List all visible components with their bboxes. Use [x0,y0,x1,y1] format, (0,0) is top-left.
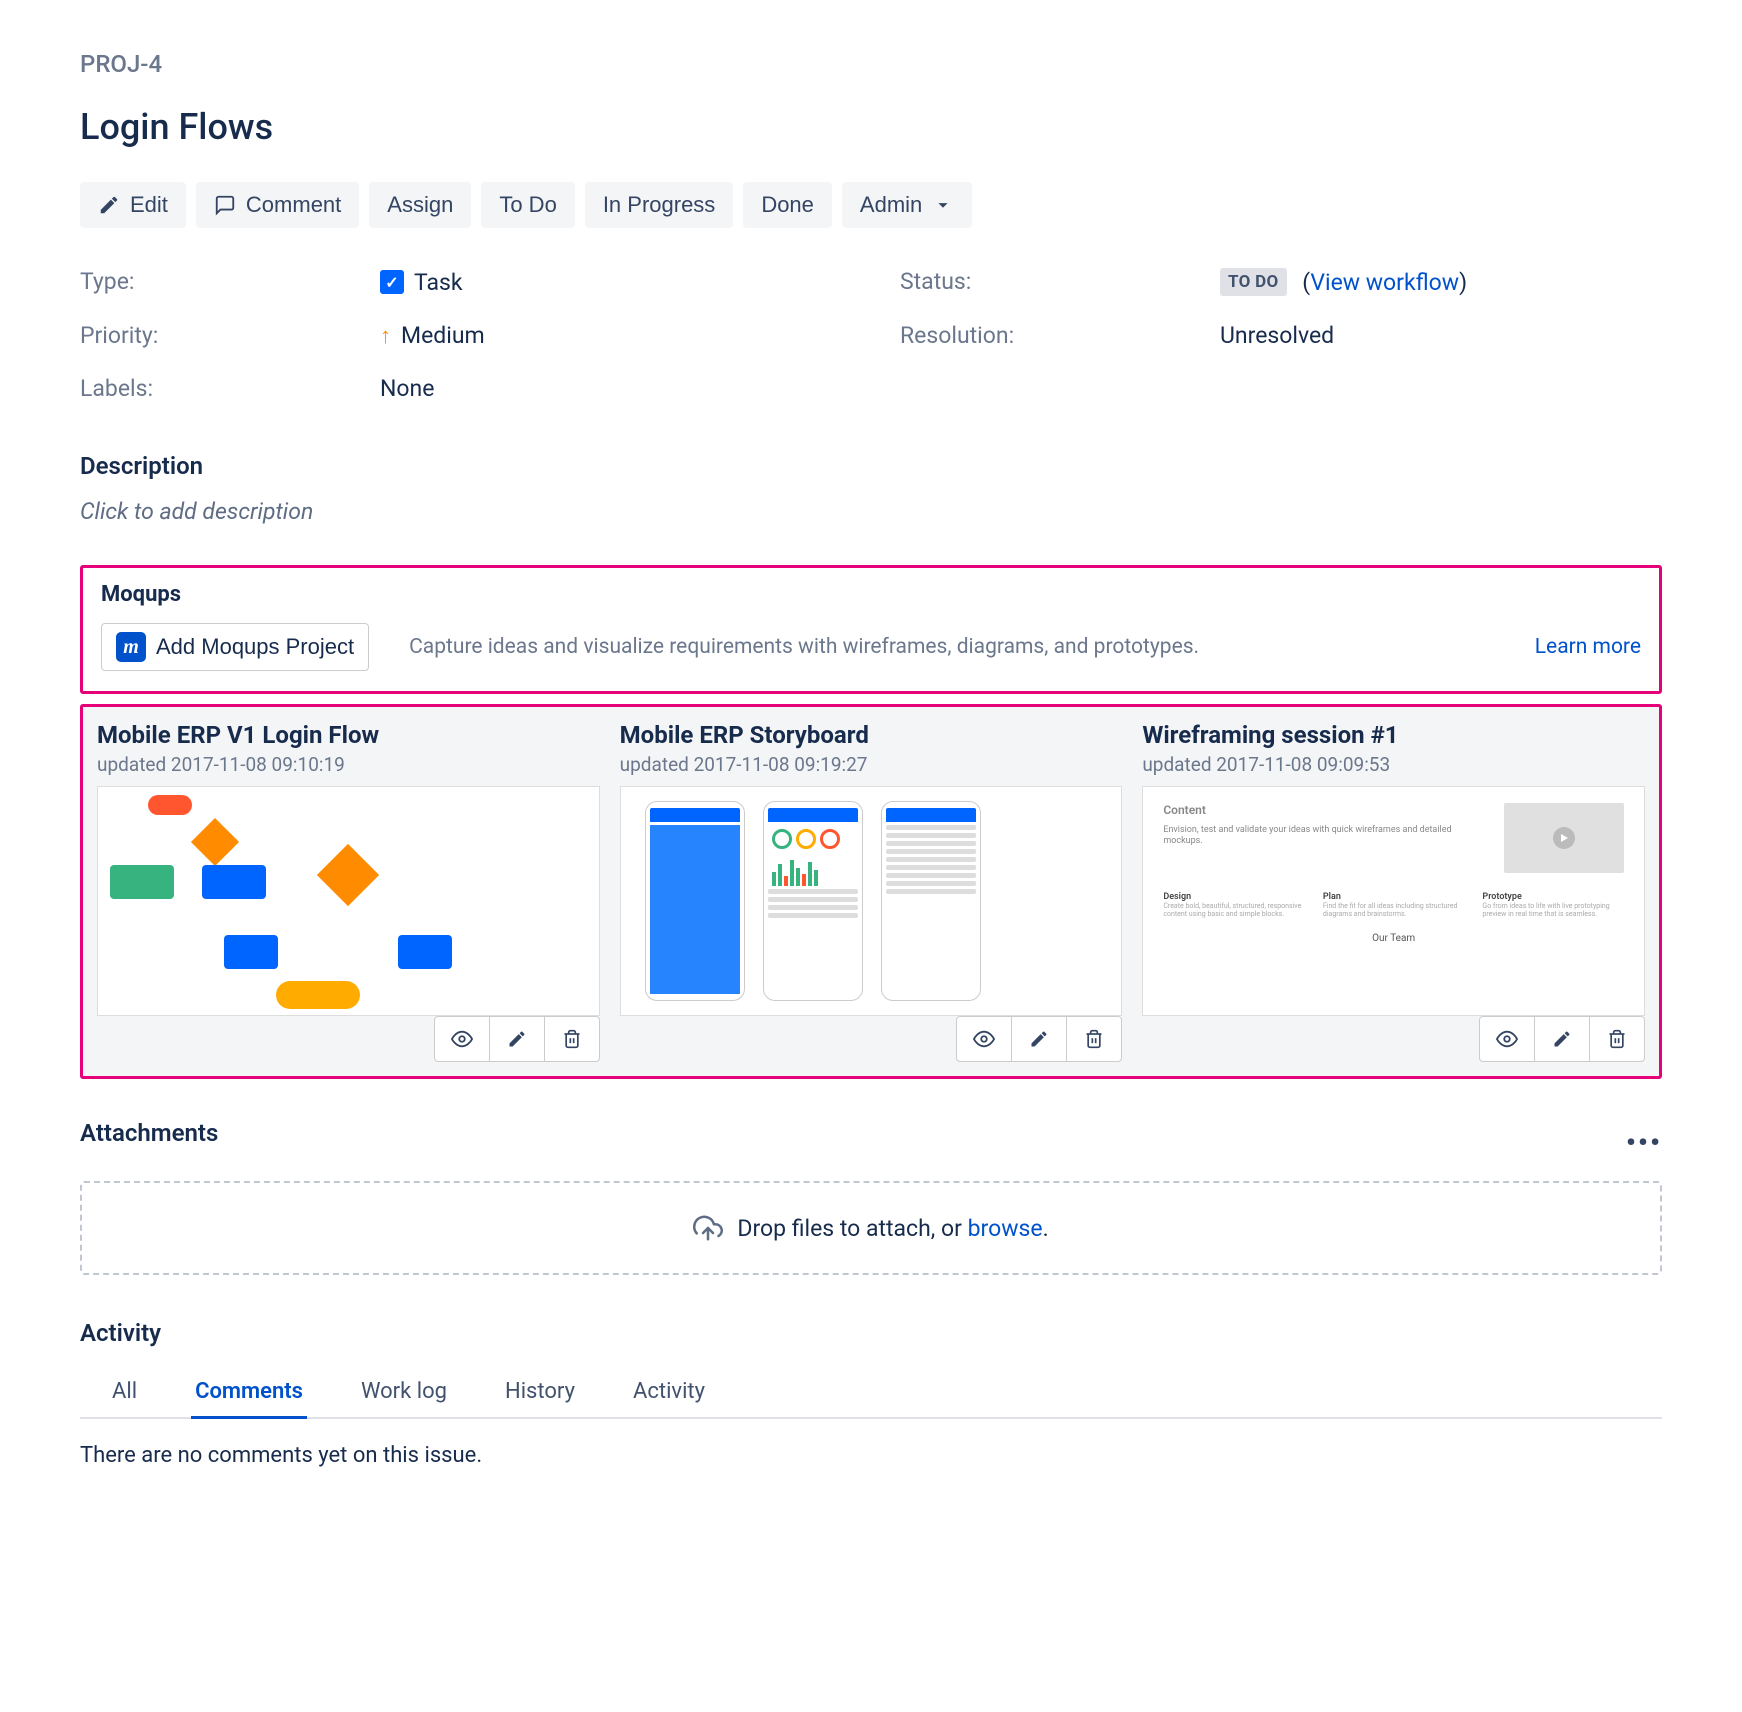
resolution-label: Resolution: [900,322,1220,349]
done-button[interactable]: Done [743,182,832,228]
tab-history[interactable]: History [501,1367,579,1419]
project-card: Mobile ERP V1 Login Flow updated 2017-11… [97,721,600,1062]
toolbar: Edit Comment Assign To Do In Progress Do… [80,182,1662,228]
card-actions [1142,1016,1645,1062]
assign-button[interactable]: Assign [369,182,471,228]
upload-cloud-icon [693,1213,723,1243]
tab-work-log[interactable]: Work log [357,1367,451,1419]
attachments-section: Attachments ••• Drop files to attach, or… [80,1119,1662,1275]
priority-arrow-icon: ↑ [380,323,391,349]
view-button[interactable] [1479,1016,1535,1062]
more-actions-button[interactable]: ••• [1626,1126,1662,1159]
description-heading: Description [80,452,1662,480]
edit-project-button[interactable] [1534,1016,1590,1062]
browse-link[interactable]: browse [968,1215,1043,1242]
activity-section: Activity All Comments Work log History A… [80,1319,1662,1468]
project-card: Wireframing session #1 updated 2017-11-0… [1142,721,1645,1062]
card-actions [97,1016,600,1062]
delete-project-button[interactable] [544,1016,600,1062]
project-card: Mobile ERP Storyboard updated 2017-11-08… [620,721,1123,1062]
description-placeholder[interactable]: Click to add description [80,498,1662,525]
edit-project-button[interactable] [1011,1016,1067,1062]
project-title: Wireframing session #1 [1142,721,1645,749]
resolution-value: Unresolved [1220,322,1662,349]
labels-value: None [380,375,900,402]
priority-value: ↑ Medium [380,322,900,349]
project-title: Mobile ERP V1 Login Flow [97,721,600,749]
priority-label: Priority: [80,322,380,349]
view-button[interactable] [434,1016,490,1062]
in-progress-button[interactable]: In Progress [585,182,734,228]
pencil-icon [98,194,120,216]
type-value: Task [380,268,900,296]
details-grid: Type: Task Status: TO DO (View workflow)… [80,268,1662,402]
trash-icon [1084,1029,1104,1049]
eye-icon [973,1028,995,1050]
project-updated: updated 2017-11-08 09:09:53 [1142,753,1645,776]
trash-icon [1607,1029,1627,1049]
moqups-logo-icon: m [116,632,146,662]
project-updated: updated 2017-11-08 09:10:19 [97,753,600,776]
no-comments-text: There are no comments yet on this issue. [80,1443,1662,1468]
moqups-heading: Moqups [101,582,1641,607]
moqups-hint: Capture ideas and visualize requirements… [409,635,1495,659]
learn-more-link[interactable]: Learn more [1535,635,1641,659]
edit-label: Edit [130,192,168,218]
activity-tabs: All Comments Work log History Activity [80,1367,1662,1419]
play-icon [1553,827,1575,849]
trash-icon [562,1029,582,1049]
pencil-icon [507,1029,527,1049]
issue-title: Login Flows [80,106,1662,148]
eye-icon [451,1028,473,1050]
project-thumbnail[interactable] [620,786,1123,1016]
todo-button[interactable]: To Do [481,182,574,228]
issue-key[interactable]: PROJ-4 [80,50,1662,78]
view-workflow-link[interactable]: View workflow [1310,269,1459,296]
eye-icon [1496,1028,1518,1050]
comment-label: Comment [246,192,341,218]
pencil-icon [1552,1029,1572,1049]
project-thumbnail[interactable] [97,786,600,1016]
comment-icon [214,194,236,216]
tab-all[interactable]: All [108,1367,141,1419]
tab-activity[interactable]: Activity [629,1367,709,1419]
add-moqups-button[interactable]: m Add Moqups Project [101,623,369,671]
edit-button[interactable]: Edit [80,182,186,228]
project-title: Mobile ERP Storyboard [620,721,1123,749]
pencil-icon [1029,1029,1049,1049]
chevron-down-icon [932,194,954,216]
card-actions [620,1016,1123,1062]
status-label: Status: [900,268,1220,296]
delete-project-button[interactable] [1589,1016,1645,1062]
view-button[interactable] [956,1016,1012,1062]
status-lozenge: TO DO [1220,268,1287,296]
project-thumbnail[interactable]: Content Envision, test and validate your… [1142,786,1645,1016]
attachments-dropzone[interactable]: Drop files to attach, or browse. [80,1181,1662,1275]
comment-button[interactable]: Comment [196,182,359,228]
status-value: TO DO (View workflow) [1220,268,1662,296]
tab-comments[interactable]: Comments [191,1367,307,1419]
project-updated: updated 2017-11-08 09:19:27 [620,753,1123,776]
activity-heading: Activity [80,1319,1662,1347]
task-icon [380,270,404,294]
projects-panel: Mobile ERP V1 Login Flow updated 2017-11… [80,704,1662,1079]
delete-project-button[interactable] [1066,1016,1122,1062]
edit-project-button[interactable] [489,1016,545,1062]
attachments-heading: Attachments [80,1119,218,1147]
moqups-panel: Moqups m Add Moqups Project Capture idea… [80,565,1662,694]
dropzone-text: Drop files to attach, or [737,1215,967,1242]
admin-button[interactable]: Admin [842,182,972,228]
type-label: Type: [80,268,380,296]
labels-label: Labels: [80,375,380,402]
